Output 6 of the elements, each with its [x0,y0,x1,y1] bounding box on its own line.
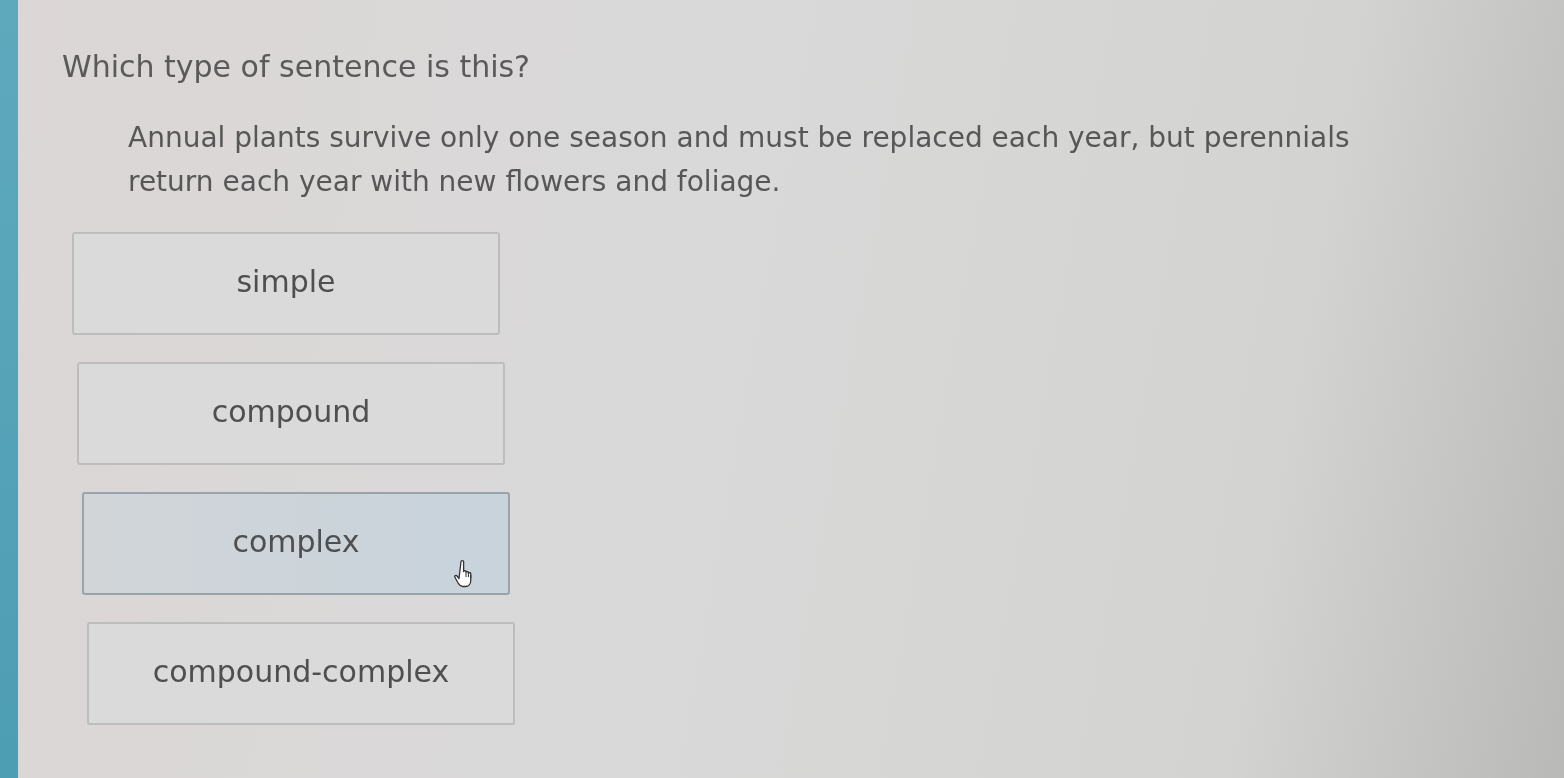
answer-option[interactable]: simple [72,232,500,335]
answer-option[interactable]: compound-complex [87,622,515,725]
question-text: Which type of sentence is this? [62,48,531,86]
answer-option[interactable]: complex [82,492,510,595]
passage-text: Annual plants survive only one season and must be replaced each year, but perennials return each year with new flowers and foliage. [128,120,1351,200]
answer-option[interactable]: compound [77,362,505,465]
